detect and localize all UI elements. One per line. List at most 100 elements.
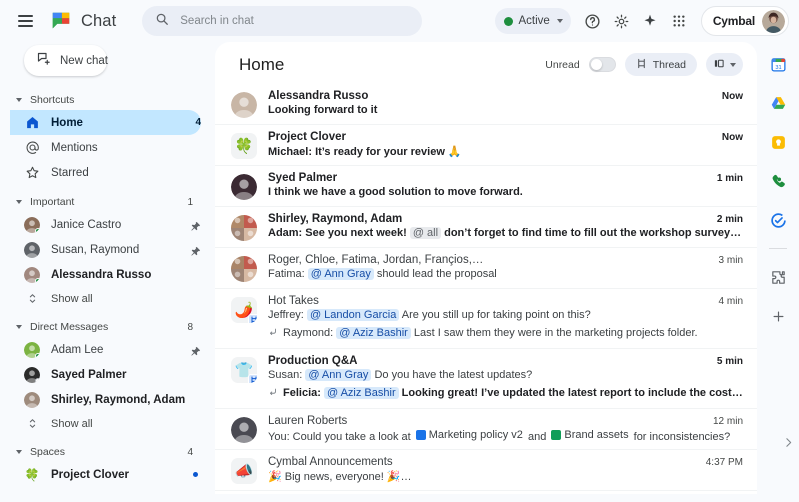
sidebar-item-janice-castro[interactable]: Janice Castro <box>10 212 201 237</box>
message-list[interactable]: Alessandra Russo Now Looking forward to it… <box>215 84 757 497</box>
sidebar-item-sayed-palmer[interactable]: Sayed Palmer <box>10 362 201 387</box>
layout-switcher-button[interactable] <box>706 53 743 76</box>
mention-chip[interactable]: @ Ann Gray <box>305 369 372 381</box>
file-label: Marketing policy v2 <box>428 429 523 441</box>
sidebar-item-mentions[interactable]: Mentions <box>10 135 201 160</box>
grid-apps-icon[interactable] <box>666 8 693 35</box>
show-all-button[interactable]: Show all <box>10 287 215 310</box>
chevron-down-icon <box>16 200 22 204</box>
mention-chip[interactable]: @ Landon Garcia <box>306 309 400 321</box>
sidebar-item-label: Susan, Raymond <box>51 243 140 256</box>
avatar[interactable] <box>762 9 785 33</box>
message-text-part: You: Could you take a look at <box>268 431 414 443</box>
new-chat-button[interactable]: New chat <box>24 45 108 76</box>
mention-chip[interactable]: @ Aziz Bashir <box>323 387 399 399</box>
help-circle-icon[interactable] <box>579 8 606 35</box>
sidebar-section-header[interactable]: Direct Messages 8 <box>10 317 215 337</box>
sidebar-item-shirley-raymond-adam[interactable]: Shirley, Raymond, Adam <box>10 387 201 412</box>
message-body: Syed Palmer 1 min I think we have a good s… <box>268 172 743 198</box>
message-timestamp: 3 min <box>718 255 743 266</box>
avatar <box>24 216 40 233</box>
sidebar-section-header[interactable]: Important 1 <box>10 192 215 212</box>
pin-icon <box>190 344 201 356</box>
bottom-strip <box>0 494 799 502</box>
account-chip[interactable]: Cymbal <box>700 6 789 36</box>
file-chip[interactable]: Brand assets <box>549 429 630 441</box>
brand-label: Cymbal <box>712 14 755 28</box>
search-bar[interactable] <box>142 6 423 36</box>
message-list-item[interactable]: 🍀 Project Clover Now Michael: It’s ready fo… <box>215 125 757 166</box>
chevron-right-icon[interactable] <box>782 436 795 454</box>
message-list-item[interactable]: Roger, Chloe, Fatima, Jordan, Françios,…… <box>215 248 757 289</box>
sidebar-section-header[interactable]: Shortcuts <box>10 90 215 110</box>
status-selector[interactable]: Active <box>494 8 571 34</box>
google-keep-icon[interactable] <box>765 129 791 155</box>
plus-icon[interactable] <box>765 303 791 329</box>
mention-chip[interactable]: @ Ann Gray <box>307 268 374 280</box>
sidebar-item-home[interactable]: Home 4 <box>10 110 201 135</box>
message-header: Roger, Chloe, Fatima, Jordan, Françios,…… <box>268 254 743 266</box>
conversation-avatar: 📣 <box>231 458 257 484</box>
sidebar-section-header[interactable]: Spaces 4 <box>10 442 215 462</box>
unread-toggle[interactable] <box>588 57 616 72</box>
google-drive-icon[interactable] <box>765 90 791 116</box>
google-calendar-icon[interactable]: 31 <box>765 51 791 77</box>
chevron-down-icon <box>16 98 22 102</box>
message-list-item[interactable]: Lauren Roberts 12 min You: Could you take … <box>215 409 757 450</box>
message-list-item[interactable]: 👕 Production Q&A 5 min Susan: @ Ann Gray Do… <box>215 349 757 409</box>
message-body: Roger, Chloe, Fatima, Jordan, Françios,…… <box>268 254 743 280</box>
addons-puzzle-icon[interactable] <box>765 264 791 290</box>
sidebar-section-title: Spaces <box>30 446 66 458</box>
message-text-part: Are you still up for taking point on thi… <box>399 309 591 321</box>
conversation-avatar <box>231 215 257 241</box>
message-timestamp: 12 min <box>712 416 743 427</box>
new-chat-icon <box>36 51 51 71</box>
message-text-part: 🎉 Big news, everyone! 🎉… <box>268 471 412 483</box>
message-reply-text: Felicia: @ Aziz Bashir Looking great! I’… <box>283 387 743 399</box>
sidebar-item-starred[interactable]: Starred <box>10 160 201 185</box>
search-input[interactable] <box>180 15 410 27</box>
conversation-avatar <box>231 174 257 200</box>
gear-icon[interactable] <box>608 8 635 35</box>
avatar <box>24 341 40 358</box>
sidebar-section-count: 8 <box>187 321 193 333</box>
sidebar-sections: Shortcuts Home 4 Mentions Starred Important 1 J… <box>10 90 215 502</box>
expand-icon <box>24 416 40 432</box>
search-icon <box>155 12 169 31</box>
google-tasks-icon[interactable] <box>765 207 791 233</box>
star-icon <box>24 165 40 181</box>
message-text-part: for inconsistencies? <box>630 431 731 443</box>
thread-filter-button[interactable]: Thread <box>624 53 697 76</box>
presence-dot-icon <box>35 227 40 233</box>
message-body: Shirley, Raymond, Adam 2 min Adam: See you… <box>268 213 743 239</box>
mention-chip[interactable]: @ Aziz Bashir <box>336 327 411 339</box>
mention-chip[interactable]: @ all <box>409 227 442 239</box>
message-list-item[interactable]: 🌶️ Hot Takes 4 min Jeffrey: @ Landon Garcia… <box>215 289 757 349</box>
sidebar-item-adam-lee[interactable]: Adam Lee <box>10 337 201 362</box>
sparkle-icon[interactable] <box>637 8 664 35</box>
google-voice-icon[interactable] <box>765 168 791 194</box>
show-all-button[interactable]: Show all <box>10 412 215 435</box>
file-chip[interactable]: Marketing policy v2 <box>414 429 525 441</box>
message-list-item[interactable]: Shirley, Raymond, Adam 2 min Adam: See you… <box>215 207 757 248</box>
avatar <box>24 391 40 408</box>
sidebar-item-susan-raymond[interactable]: Susan, Raymond <box>10 237 201 262</box>
main-panel-wrap: Home Unread Thread Alessandra Russo Now … <box>215 42 757 502</box>
sidebar-item-project-clover[interactable]: 🍀 Project Clover <box>10 462 201 487</box>
sidebar-item-label: Home <box>51 116 83 129</box>
pin-icon <box>190 219 201 231</box>
message-reply-row: Raymond: @ Aziz Bashir Last I saw them t… <box>268 324 743 342</box>
conversation-avatar <box>231 417 257 443</box>
main-header: Home Unread Thread <box>215 42 757 84</box>
unread-dot-icon <box>193 472 198 477</box>
sidebar-item-label: Alessandra Russo <box>51 268 152 281</box>
message-header: Syed Palmer 1 min <box>268 172 743 184</box>
sidebar-section-title: Shortcuts <box>30 94 75 106</box>
message-list-item[interactable]: Alessandra Russo Now Looking forward to it <box>215 84 757 125</box>
sidebar-item-alessandra-russo[interactable]: Alessandra Russo <box>10 262 201 287</box>
conversation-avatar <box>231 256 257 282</box>
message-list-item[interactable]: Syed Palmer 1 min I think we have a good s… <box>215 166 757 207</box>
message-list-item[interactable]: 📣 Cymbal Announcements 4:37 PM 🎉 Big news, … <box>215 450 757 491</box>
hamburger-icon[interactable] <box>10 6 40 36</box>
message-text-part: I think we have a good solution to move … <box>268 186 523 198</box>
